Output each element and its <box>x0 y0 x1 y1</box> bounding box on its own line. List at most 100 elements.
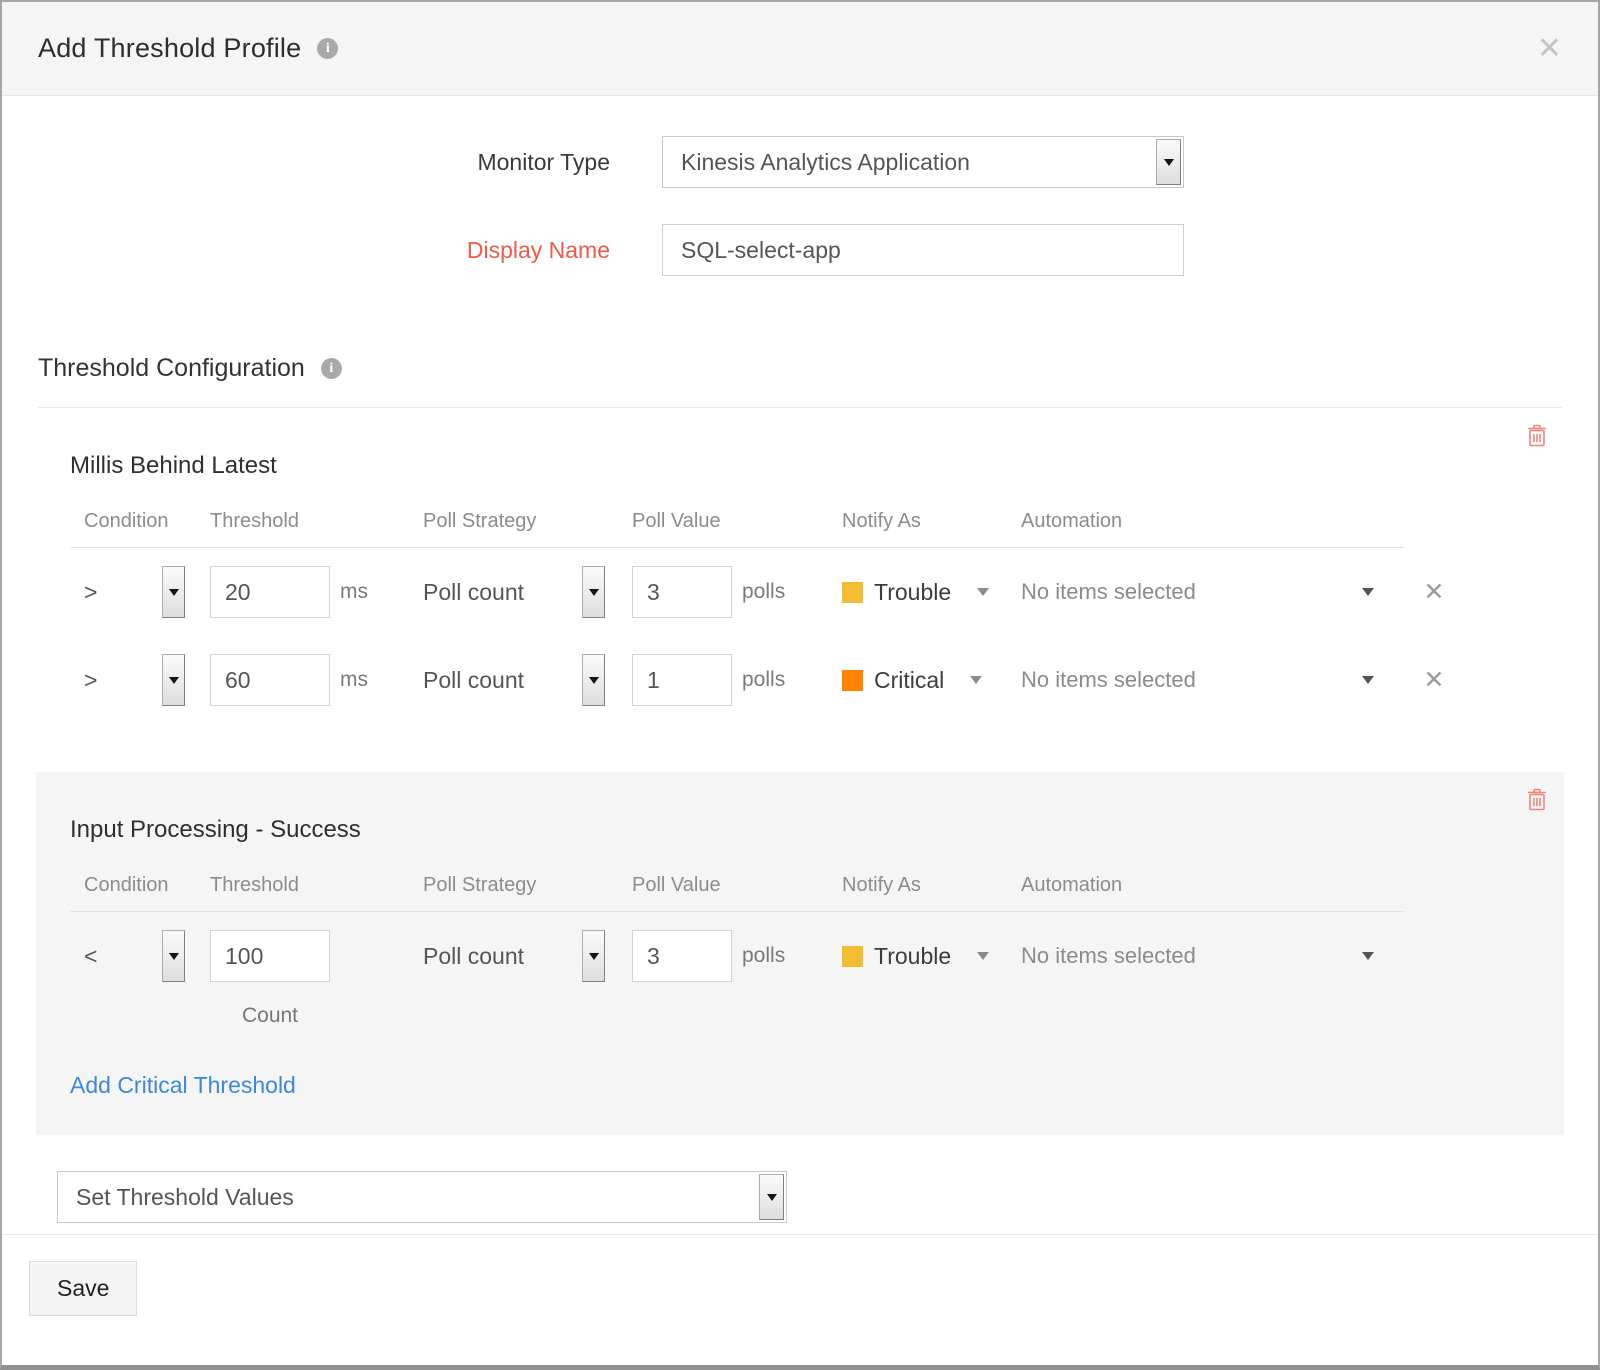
condition-dropdown-button[interactable] <box>162 566 185 618</box>
poll-value-input[interactable] <box>632 930 732 982</box>
threshold-configuration-title: Threshold Configuration <box>38 354 305 383</box>
close-icon[interactable]: ✕ <box>1537 34 1562 64</box>
section-millis-behind-latest: Millis Behind Latest Condition Threshold… <box>36 408 1564 754</box>
column-header-poll-strategy: Poll Strategy <box>423 874 632 912</box>
poll-value-input[interactable] <box>632 566 732 618</box>
severity-swatch <box>842 946 863 967</box>
threshold-caption: Count <box>210 1004 330 1028</box>
monitor-type-row: Monitor Type Kinesis Analytics Applicati… <box>2 136 1598 188</box>
poll-unit: polls <box>742 944 785 968</box>
chevron-down-icon <box>1362 676 1374 684</box>
column-header-threshold: Threshold <box>210 510 423 548</box>
threshold-configuration-header: Threshold Configuration i <box>2 354 1598 408</box>
threshold-unit: ms <box>340 668 368 692</box>
column-header-poll-strategy: Poll Strategy <box>423 510 632 548</box>
dialog-title: Add Threshold Profile <box>38 33 301 64</box>
notify-as-select[interactable]: Trouble <box>842 930 1021 982</box>
add-threshold-profile-dialog: Add Threshold Profile i ✕ Monitor Type K… <box>0 0 1600 1370</box>
monitor-type-select[interactable]: Kinesis Analytics Application <box>662 136 1184 188</box>
column-header-automation: Automation <box>1021 510 1404 548</box>
chevron-down-icon <box>589 953 599 960</box>
set-threshold-values-row: Set Threshold Values <box>2 1135 1598 1223</box>
notify-as-value: Critical <box>874 667 944 694</box>
threshold-row: < Count Poll count polls Trouble No <box>70 912 1530 1046</box>
automation-value: No items selected <box>1021 943 1196 969</box>
notify-as-select[interactable]: Critical <box>842 667 1021 694</box>
save-button[interactable]: Save <box>29 1261 137 1316</box>
chevron-down-icon <box>169 953 179 960</box>
automation-select[interactable]: No items selected <box>1021 579 1404 605</box>
chevron-down-icon <box>169 589 179 596</box>
remove-row-icon[interactable]: ✕ <box>1404 665 1464 695</box>
column-headers: Condition Threshold Poll Strategy Poll V… <box>70 874 1530 912</box>
severity-swatch <box>842 670 863 691</box>
condition-value: > <box>84 667 97 694</box>
column-header-notify-as: Notify As <box>842 874 1021 912</box>
condition-value: > <box>84 579 97 606</box>
chevron-down-icon <box>1362 952 1374 960</box>
column-header-condition: Condition <box>70 874 210 912</box>
threshold-input[interactable] <box>210 930 330 982</box>
poll-strategy-dropdown-button[interactable] <box>582 930 605 982</box>
delete-section-icon[interactable] <box>1526 424 1548 448</box>
set-threshold-values-select[interactable]: Set Threshold Values <box>57 1171 787 1223</box>
poll-unit: polls <box>742 668 785 692</box>
chevron-down-icon <box>977 588 989 596</box>
threshold-input[interactable] <box>210 654 330 706</box>
add-critical-threshold-link[interactable]: Add Critical Threshold <box>70 1072 296 1099</box>
chevron-down-icon <box>1362 588 1374 596</box>
condition-value: < <box>84 943 97 970</box>
column-headers: Condition Threshold Poll Strategy Poll V… <box>70 510 1530 548</box>
poll-strategy-dropdown-button[interactable] <box>582 654 605 706</box>
chevron-down-icon <box>767 1194 777 1201</box>
remove-row-icon[interactable]: ✕ <box>1404 577 1464 607</box>
section-title: Input Processing - Success <box>70 816 1530 844</box>
poll-value-input[interactable] <box>632 654 732 706</box>
info-icon[interactable]: i <box>321 358 342 379</box>
poll-unit: polls <box>742 580 785 604</box>
monitor-type-dropdown-button[interactable] <box>1156 139 1181 185</box>
set-threshold-dropdown-button[interactable] <box>759 1174 784 1220</box>
automation-select[interactable]: No items selected <box>1021 667 1404 693</box>
monitor-type-label: Monitor Type <box>2 149 610 176</box>
top-form: Monitor Type Kinesis Analytics Applicati… <box>2 96 1598 312</box>
chevron-down-icon <box>970 676 982 684</box>
delete-section-icon[interactable] <box>1526 788 1548 812</box>
poll-strategy-value: Poll count <box>423 579 524 606</box>
column-header-poll-value: Poll Value <box>632 510 842 548</box>
threshold-input[interactable] <box>210 566 330 618</box>
automation-value: No items selected <box>1021 579 1196 605</box>
notify-as-select[interactable]: Trouble <box>842 579 1021 606</box>
set-threshold-values-value: Set Threshold Values <box>76 1184 294 1211</box>
notify-as-value: Trouble <box>874 579 951 606</box>
automation-value: No items selected <box>1021 667 1196 693</box>
display-name-input[interactable] <box>662 224 1184 276</box>
threshold-unit: ms <box>340 580 368 604</box>
chevron-down-icon <box>589 589 599 596</box>
dialog-header: Add Threshold Profile i ✕ <box>2 2 1598 96</box>
severity-swatch <box>842 582 863 603</box>
section-title: Millis Behind Latest <box>70 452 1530 480</box>
condition-dropdown-button[interactable] <box>162 654 185 706</box>
column-header-automation: Automation <box>1021 874 1404 912</box>
notify-as-value: Trouble <box>874 943 951 970</box>
automation-select[interactable]: No items selected <box>1021 930 1404 982</box>
column-header-condition: Condition <box>70 510 210 548</box>
condition-dropdown-button[interactable] <box>162 930 185 982</box>
monitor-type-value: Kinesis Analytics Application <box>681 149 970 176</box>
chevron-down-icon <box>169 677 179 684</box>
column-header-poll-value: Poll Value <box>632 874 842 912</box>
threshold-row: > ms Poll count polls Critical No it <box>70 636 1530 724</box>
info-icon[interactable]: i <box>317 38 338 59</box>
section-input-processing-success: Input Processing - Success Condition Thr… <box>36 772 1564 1135</box>
column-header-threshold: Threshold <box>210 874 423 912</box>
display-name-row: Display Name <box>2 224 1598 276</box>
poll-strategy-value: Poll count <box>423 943 524 970</box>
chevron-down-icon <box>589 677 599 684</box>
chevron-down-icon <box>1164 159 1174 166</box>
threshold-row: > ms Poll count polls Trouble No ite <box>70 548 1530 636</box>
column-header-notify-as: Notify As <box>842 510 1021 548</box>
dialog-footer: Save <box>2 1234 1598 1365</box>
poll-strategy-dropdown-button[interactable] <box>582 566 605 618</box>
chevron-down-icon <box>977 952 989 960</box>
